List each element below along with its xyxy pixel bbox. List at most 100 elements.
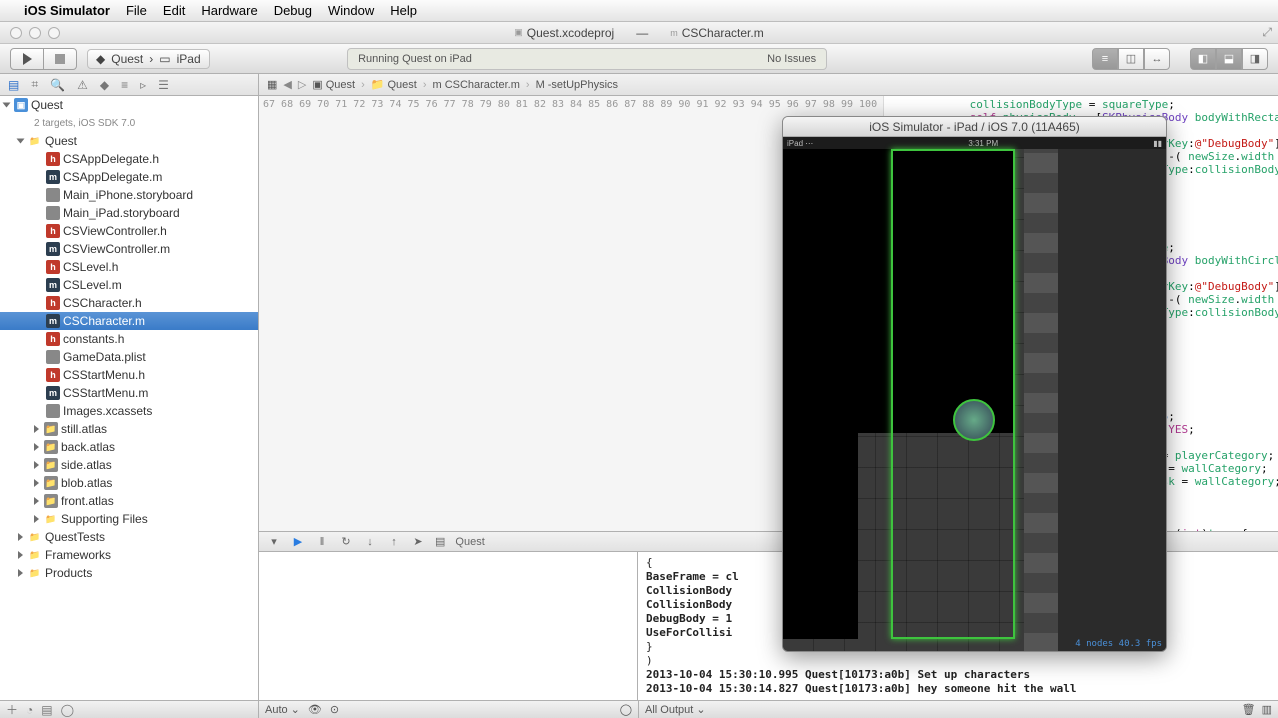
nav-project[interactable]: ▣Quest: [0, 96, 258, 114]
menu-window[interactable]: Window: [328, 3, 374, 18]
crumb-project[interactable]: ▣ Quest: [312, 78, 364, 91]
simulator-title: iOS Simulator - iPad / iOS 7.0 (11A465): [783, 117, 1166, 137]
related-items-icon[interactable]: ▦: [267, 78, 277, 91]
menu-debug[interactable]: Debug: [274, 3, 312, 18]
crumb-file[interactable]: m CSCharacter.m: [433, 79, 530, 91]
step-in-icon[interactable]: ↓: [363, 536, 377, 548]
minimize-button[interactable]: [29, 27, 41, 39]
trash-icon[interactable]: 🗑: [1242, 703, 1256, 716]
navigator-filter: ＋ ◔ ▤ ◯: [0, 701, 259, 718]
nav-group[interactable]: 📁Products: [0, 564, 258, 582]
nav-file[interactable]: Images.xcassets: [0, 402, 258, 420]
nav-file[interactable]: hCSStartMenu.h: [0, 366, 258, 384]
nav-group[interactable]: 📁QuestTests: [0, 528, 258, 546]
quicklook-icon[interactable]: 👁: [308, 703, 322, 716]
nav-file[interactable]: mCSAppDelegate.m: [0, 168, 258, 186]
nav-atlas[interactable]: 📁blob.atlas: [0, 474, 258, 492]
navigator-tabs: ▤ ⌗ 🔍 ⚠ ◆ ≡ ▹ ☰: [0, 74, 259, 95]
show-utilities-button[interactable]: ◨: [1242, 48, 1268, 70]
standard-editor-button[interactable]: ≡: [1092, 48, 1118, 70]
chevron-right-icon: ›: [149, 52, 153, 66]
breakpoint-navigator-icon[interactable]: ▹: [140, 78, 146, 92]
nav-file[interactable]: Main_iPad.storyboard: [0, 204, 258, 222]
show-debug-button[interactable]: ⬓: [1216, 48, 1242, 70]
location-icon[interactable]: ➤: [411, 535, 425, 548]
add-icon[interactable]: ＋: [6, 701, 18, 718]
bottom-bar: ＋ ◔ ▤ ◯ Auto ⌄ 👁 ⊙ ◯ All Output ⌄ 🗑 ▥: [0, 700, 1278, 718]
nav-atlas[interactable]: 📁side.atlas: [0, 456, 258, 474]
nav-file[interactable]: hconstants.h: [0, 330, 258, 348]
version-editor-button[interactable]: ↔: [1144, 48, 1170, 70]
nav-atlas[interactable]: 📁back.atlas: [0, 438, 258, 456]
print-icon[interactable]: ⊙: [330, 703, 339, 716]
zoom-button[interactable]: [48, 27, 60, 39]
continue-icon[interactable]: ▶: [291, 535, 305, 548]
log-navigator-icon[interactable]: ☰: [158, 78, 169, 92]
simulator-screen[interactable]: iPad ⋯ 3:31 PM ▮▮ 4 nodes 40.3 fps: [783, 137, 1166, 651]
find-navigator-icon[interactable]: 🔍: [50, 78, 65, 92]
menu-edit[interactable]: Edit: [163, 3, 185, 18]
crumb-group[interactable]: 📁 Quest: [371, 78, 427, 91]
nav-file[interactable]: mCSCharacter.m: [0, 312, 258, 330]
step-over-icon[interactable]: ↻: [339, 535, 353, 548]
game-scene[interactable]: 4 nodes 40.3 fps: [783, 149, 1166, 652]
pause-icon[interactable]: ‖: [315, 536, 329, 548]
vars-scope[interactable]: Auto ⌄: [265, 703, 300, 716]
menu-hardware[interactable]: Hardware: [201, 3, 257, 18]
menu-help[interactable]: Help: [390, 3, 417, 18]
nav-group[interactable]: 📁Quest: [0, 132, 258, 150]
forward-button[interactable]: ▷: [298, 78, 306, 91]
run-button[interactable]: [10, 48, 44, 70]
show-navigator-button[interactable]: ◧: [1190, 48, 1216, 70]
assistant-editor-button[interactable]: ◫: [1118, 48, 1144, 70]
character-sprite[interactable]: [953, 399, 995, 441]
step-out-icon[interactable]: ↑: [387, 536, 401, 548]
symbol-navigator-icon[interactable]: ⌗: [31, 77, 38, 92]
nav-file[interactable]: mCSLevel.m: [0, 276, 258, 294]
issue-navigator-icon[interactable]: ⚠: [77, 78, 88, 92]
nav-atlas[interactable]: 📁still.atlas: [0, 420, 258, 438]
issues-text: No Issues: [767, 53, 816, 65]
menu-file[interactable]: File: [126, 3, 147, 18]
filter-field[interactable]: ◯: [61, 703, 74, 717]
nav-file[interactable]: hCSCharacter.h: [0, 294, 258, 312]
app-menu[interactable]: iOS Simulator: [24, 3, 110, 18]
simulator-window[interactable]: iOS Simulator - iPad / iOS 7.0 (11A465) …: [782, 116, 1167, 652]
scm-icon[interactable]: ▤: [41, 703, 52, 717]
nav-file[interactable]: mCSViewController.m: [0, 240, 258, 258]
debug-navigator-icon[interactable]: ≡: [121, 78, 128, 92]
nav-atlas[interactable]: 📁front.atlas: [0, 492, 258, 510]
variables-view[interactable]: [259, 552, 638, 700]
close-button[interactable]: [10, 27, 22, 39]
thread-label[interactable]: Quest: [455, 536, 484, 548]
fullscreen-icon[interactable]: ⤢: [1262, 25, 1272, 40]
thread-icon: ▤: [435, 535, 445, 548]
jump-bar[interactable]: ▦ ◀ ▷ ▣ Quest 📁 Quest m CSCharacter.m M …: [259, 74, 1278, 95]
nav-group[interactable]: 📁Frameworks: [0, 546, 258, 564]
hide-debug-icon[interactable]: ▾: [267, 535, 281, 548]
proj-icon: ▣: [514, 27, 523, 38]
project-navigator-icon[interactable]: ▤: [8, 78, 19, 92]
system-menubar: iOS Simulator File Edit Hardware Debug W…: [0, 0, 1278, 22]
test-navigator-icon[interactable]: ◆: [100, 78, 109, 92]
back-button[interactable]: ◀: [283, 78, 291, 91]
xcode-toolbar: ◆ Quest › ▭ iPad Running Quest on iPad N…: [0, 44, 1278, 74]
nav-file[interactable]: GameData.plist: [0, 348, 258, 366]
recent-icon[interactable]: ◔: [26, 703, 33, 717]
nav-file[interactable]: Main_iPhone.storyboard: [0, 186, 258, 204]
nav-file[interactable]: hCSViewController.h: [0, 222, 258, 240]
debug-physics-box: [891, 149, 1015, 639]
nav-file[interactable]: hCSLevel.h: [0, 258, 258, 276]
crumb-symbol[interactable]: M -setUpPhysics: [536, 79, 624, 91]
console-panes-icon[interactable]: ▥: [1262, 703, 1272, 716]
nav-subtitle: 2 targets, iOS SDK 7.0: [0, 114, 258, 132]
title-tab-file[interactable]: mCSCharacter.m: [660, 24, 774, 42]
vars-search[interactable]: ◯: [620, 703, 632, 716]
output-scope[interactable]: All Output ⌄: [645, 703, 706, 716]
nav-file[interactable]: hCSAppDelegate.h: [0, 150, 258, 168]
title-tab-project[interactable]: ▣Quest.xcodeproj: [504, 24, 624, 42]
nav-file[interactable]: mCSStartMenu.m: [0, 384, 258, 402]
scheme-selector[interactable]: ◆ Quest › ▭ iPad: [87, 49, 210, 69]
stop-button[interactable]: [43, 48, 77, 70]
nav-group[interactable]: 📁Supporting Files: [0, 510, 258, 528]
